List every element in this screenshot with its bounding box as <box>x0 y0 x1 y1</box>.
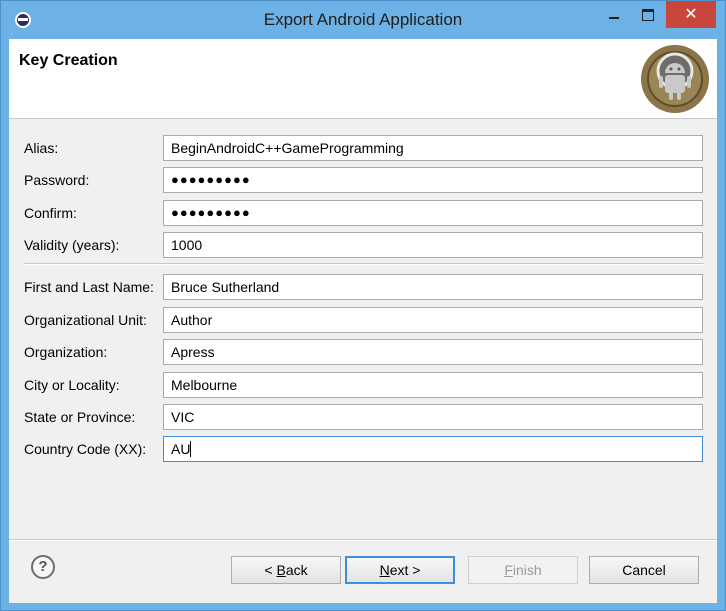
next-button[interactable]: Next > <box>345 556 455 584</box>
close-button[interactable]: ✕ <box>666 1 716 28</box>
country-value: AU <box>171 441 191 457</box>
country-label: Country Code (XX): <box>24 441 147 457</box>
cancel-button[interactable]: Cancel <box>589 556 699 584</box>
title-bar[interactable]: Export Android Application ✕ <box>1 1 725 39</box>
next-mnemonic: N <box>379 562 390 578</box>
org-unit-label: Organizational Unit: <box>24 312 147 328</box>
confirm-label: Confirm: <box>24 205 77 221</box>
back-rest: ack <box>285 562 308 578</box>
finish-rest: inish <box>512 562 542 578</box>
city-input[interactable]: Melbourne <box>163 372 703 398</box>
state-input[interactable]: VIC <box>163 404 703 430</box>
dialog-client-area: Key Creation Alias: BeginAndroidC++GameP… <box>9 39 717 603</box>
key-creation-form: Alias: BeginAndroidC++GameProgramming Pa… <box>9 119 717 539</box>
password-label: Password: <box>24 172 90 188</box>
back-button[interactable]: < Back <box>231 556 341 584</box>
org-unit-input[interactable]: Author <box>163 307 703 333</box>
finish-mnemonic: F <box>504 562 513 578</box>
button-bar-separator <box>9 539 717 541</box>
organization-row: Organization: Apress <box>9 339 717 365</box>
organization-label: Organization: <box>24 344 108 360</box>
org-unit-row: Organizational Unit: Author <box>9 307 717 333</box>
name-row: First and Last Name: Bruce Sutherland <box>9 274 717 300</box>
text-caret <box>190 441 192 457</box>
name-input[interactable]: Bruce Sutherland <box>163 274 703 300</box>
next-rest: ext > <box>389 562 421 578</box>
organization-input[interactable]: Apress <box>163 339 703 365</box>
validity-label: Validity (years): <box>24 237 120 253</box>
page-title: Key Creation <box>19 52 118 69</box>
finish-button[interactable]: Finish <box>468 556 578 584</box>
wizard-header: Key Creation <box>9 39 717 119</box>
country-input[interactable]: AU <box>163 436 703 462</box>
maximize-button[interactable] <box>628 1 668 28</box>
city-row: City or Locality: Melbourne <box>9 372 717 398</box>
state-label: State or Province: <box>24 409 136 425</box>
confirm-row: Confirm: ●●●●●●●●● <box>9 200 717 226</box>
validity-input[interactable]: 1000 <box>163 232 703 258</box>
back-prefix: < <box>264 562 277 578</box>
alias-label: Alias: <box>24 140 59 156</box>
state-row: State or Province: VIC <box>9 404 717 430</box>
alias-row: Alias: BeginAndroidC++GameProgramming <box>9 135 717 161</box>
export-dialog-window: Export Android Application ✕ Key Creatio… <box>0 0 726 611</box>
form-separator <box>24 263 704 265</box>
back-mnemonic: B <box>276 562 286 578</box>
confirm-input[interactable]: ●●●●●●●●● <box>163 200 703 226</box>
name-label: First and Last Name: <box>24 279 154 295</box>
country-row: Country Code (XX): AU <box>9 436 717 462</box>
city-label: City or Locality: <box>24 377 120 393</box>
password-input[interactable]: ●●●●●●●●● <box>163 167 703 193</box>
password-row: Password: ●●●●●●●●● <box>9 167 717 193</box>
alias-input[interactable]: BeginAndroidC++GameProgramming <box>163 135 703 161</box>
help-icon[interactable]: ? <box>31 555 55 579</box>
android-logo-icon <box>641 45 709 113</box>
validity-row: Validity (years): 1000 <box>9 232 717 258</box>
